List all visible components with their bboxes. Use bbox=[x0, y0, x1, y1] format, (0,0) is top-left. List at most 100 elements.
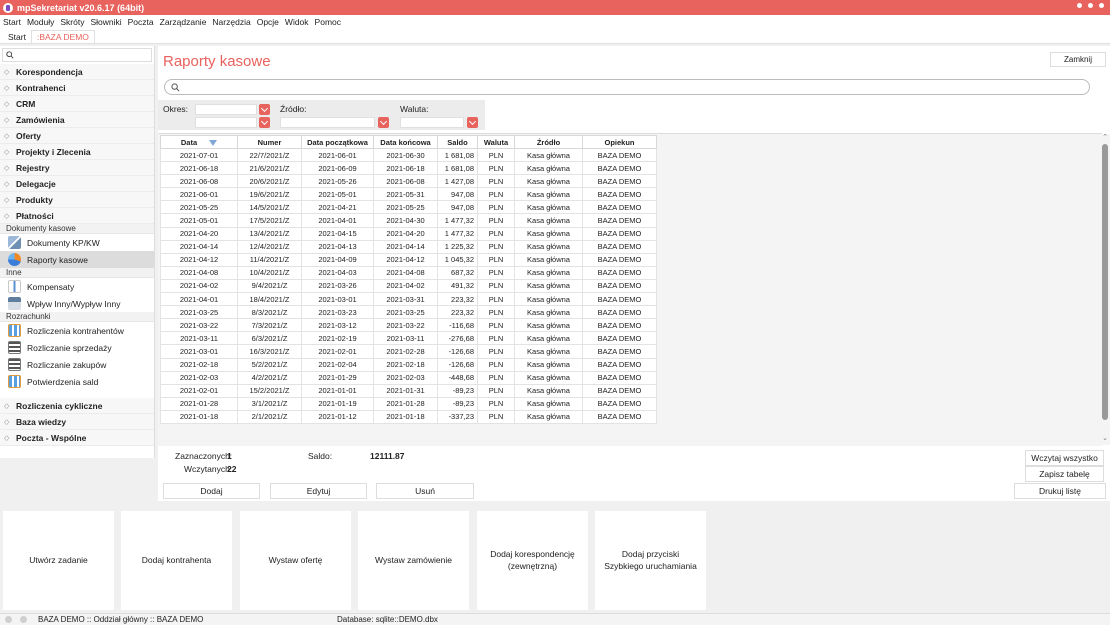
sidebar-item-rozliczenia-kontrahentow[interactable]: Rozliczenia kontrahentów bbox=[0, 322, 154, 339]
menu-moduly[interactable]: Moduły bbox=[27, 17, 54, 27]
table-row[interactable]: 2021-06-01 19/6/2021/Z 2021-05-01 2021-05-3… bbox=[160, 187, 657, 202]
menu-widok[interactable]: Widok bbox=[285, 17, 309, 27]
sidebar-item-rozliczanie-zakupow[interactable]: Rozliczanie zakupów bbox=[0, 356, 154, 373]
table-cell: Kasa główna bbox=[514, 213, 583, 228]
table-row[interactable]: 2021-05-25 14/5/2021/Z 2021-04-21 2021-05-2… bbox=[160, 200, 657, 215]
column-header-zrodlo[interactable]: Źródło bbox=[514, 135, 583, 149]
table-row[interactable]: 2021-03-11 6/3/2021/Z 2021-02-19 2021-03-11… bbox=[160, 331, 657, 346]
sidebar-section-projekty[interactable]: ◇ Projekty i Zlecenia bbox=[0, 144, 154, 160]
tile-add-correspondence[interactable]: Dodaj korespondencję (zewnętrzną) bbox=[477, 511, 588, 610]
zrodlo-select[interactable] bbox=[280, 117, 375, 128]
sidebar-section-delegacje[interactable]: ◇ Delegacje bbox=[0, 176, 154, 192]
column-header-data[interactable]: Data bbox=[160, 135, 238, 149]
table-row[interactable]: 2021-04-01 18/4/2021/Z 2021-03-01 2021-03-3… bbox=[160, 292, 657, 307]
chevron-icon: ◇ bbox=[4, 434, 10, 442]
table-cell: -448,68 bbox=[437, 370, 478, 385]
sidebar-section-crm[interactable]: ◇ CRM bbox=[0, 96, 154, 112]
sidebar-section-poczta-wspolne[interactable]: ◇ Poczta - Wspólne bbox=[0, 430, 154, 446]
table-row[interactable]: 2021-04-20 13/4/2021/Z 2021-04-15 2021-04-2… bbox=[160, 226, 657, 241]
sort-desc-icon[interactable] bbox=[209, 139, 218, 146]
window-dot-icon[interactable] bbox=[1077, 3, 1082, 8]
window-dot-icon[interactable] bbox=[1099, 3, 1104, 8]
column-header-opiekun[interactable]: Opiekun bbox=[582, 135, 657, 149]
sidebar-section-rejestry[interactable]: ◇ Rejestry bbox=[0, 160, 154, 176]
sidebar-item-rozliczanie-sprzedazy[interactable]: Rozliczanie sprzedaży bbox=[0, 339, 154, 356]
menu-slowniki[interactable]: Słowniki bbox=[90, 17, 121, 27]
waluta-select[interactable] bbox=[400, 117, 464, 128]
tile-add-quick-buttons[interactable]: Dodaj przyciski Szybkiego uruchamiania bbox=[595, 511, 706, 610]
column-header-data-poczatkowa[interactable]: Data początkowa bbox=[301, 135, 374, 149]
table-row[interactable]: 2021-04-02 9/4/2021/Z 2021-03-26 2021-04-02… bbox=[160, 278, 657, 294]
column-header-saldo[interactable]: Saldo bbox=[437, 135, 478, 149]
chevron-down-icon[interactable] bbox=[259, 117, 270, 128]
sidebar-item-dokumenty-kpkw[interactable]: Dokumenty KP/KW bbox=[0, 234, 154, 251]
tile-add-contractor[interactable]: Dodaj kontrahenta bbox=[121, 511, 232, 610]
menu-pomoc[interactable]: Pomoc bbox=[315, 17, 341, 27]
column-header-waluta[interactable]: Waluta bbox=[477, 135, 515, 149]
menu-opcje[interactable]: Opcje bbox=[257, 17, 279, 27]
report-grid-area: Data Numer Data początkowa Data końcowa … bbox=[158, 133, 1110, 446]
menu-narzedzia[interactable]: Narzędzia bbox=[212, 17, 250, 27]
menu-zarzadzanie[interactable]: Zarządzanie bbox=[160, 17, 207, 27]
load-all-button[interactable]: Wczytaj wszystko bbox=[1025, 450, 1104, 466]
menu-skroty[interactable]: Skróty bbox=[60, 17, 84, 27]
window-dot-icon[interactable] bbox=[1088, 3, 1093, 8]
table-row[interactable]: 2021-06-18 21/6/2021/Z 2021-06-09 2021-06-1… bbox=[160, 161, 657, 176]
table-row[interactable]: 2021-02-03 4/2/2021/Z 2021-01-29 2021-02-03… bbox=[160, 370, 657, 385]
chevron-down-icon[interactable] bbox=[378, 117, 389, 128]
table-row[interactable]: 2021-03-01 16/3/2021/Z 2021-02-01 2021-02-2… bbox=[160, 344, 657, 359]
table-row[interactable]: 2021-03-25 8/3/2021/Z 2021-03-23 2021-03-25… bbox=[160, 305, 657, 320]
okres-to-select[interactable] bbox=[195, 117, 257, 128]
sidebar-section-rozliczenia-cykliczne[interactable]: ◇ Rozliczenia cykliczne bbox=[0, 398, 154, 414]
table-row[interactable]: 2021-06-08 20/6/2021/Z 2021-05-26 2021-06-0… bbox=[160, 174, 657, 189]
table-cell: 2021-03-11 bbox=[373, 331, 438, 346]
save-table-button[interactable]: Zapisz tabelę bbox=[1025, 466, 1104, 482]
tab-start[interactable]: Start bbox=[3, 30, 31, 43]
sidebar-section-baza-wiedzy[interactable]: ◇ Baza wiedzy bbox=[0, 414, 154, 430]
table-row[interactable]: 2021-05-01 17/5/2021/Z 2021-04-01 2021-04-3… bbox=[160, 213, 657, 228]
sidebar-section-kontrahenci[interactable]: ◇ Kontrahenci bbox=[0, 80, 154, 96]
table-row[interactable]: 2021-02-18 5/2/2021/Z 2021-02-04 2021-02-18… bbox=[160, 357, 657, 372]
sidebar-section-oferty[interactable]: ◇ Oferty bbox=[0, 128, 154, 144]
sidebar-item-raporty-kasowe[interactable]: Raporty kasowe bbox=[0, 251, 154, 268]
edit-button[interactable]: Edytuj bbox=[270, 483, 367, 499]
tab-baza-demo[interactable]: :BAZA DEMO bbox=[30, 30, 95, 43]
table-cell: PLN bbox=[477, 318, 515, 333]
table-row[interactable]: 2021-02-01 15/2/2021/Z 2021-01-01 2021-01-3… bbox=[160, 383, 657, 398]
sidebar-item-potwierdzenia-sald[interactable]: Potwierdzenia sald bbox=[0, 373, 154, 390]
sidebar-item-kompensaty[interactable]: Kompensaty bbox=[0, 278, 154, 295]
table-row[interactable]: 2021-04-14 12/4/2021/Z 2021-04-13 2021-04-1… bbox=[160, 239, 657, 254]
table-row[interactable]: 2021-01-18 2/1/2021/Z 2021-01-12 2021-01-18… bbox=[160, 409, 657, 424]
sidebar-section-zamowienia[interactable]: ◇ Zamówienia bbox=[0, 112, 154, 128]
sidebar-section-platnosci[interactable]: ◇ Płatności bbox=[0, 208, 154, 224]
window-controls[interactable] bbox=[1077, 3, 1104, 8]
search-input[interactable] bbox=[164, 79, 1090, 95]
table-row[interactable]: 2021-01-28 3/1/2021/Z 2021-01-19 2021-01-28… bbox=[160, 396, 657, 411]
column-header-data-koncowa[interactable]: Data końcowa bbox=[373, 135, 438, 149]
table-row[interactable]: 2021-07-01 22/7/2021/Z 2021-06-01 2021-06-3… bbox=[160, 147, 657, 163]
close-button[interactable]: Zamknij bbox=[1050, 52, 1106, 67]
print-list-button[interactable]: Drukuj listę bbox=[1014, 483, 1106, 499]
column-header-numer[interactable]: Numer bbox=[237, 135, 302, 149]
tile-create-task[interactable]: Utwórz zadanie bbox=[3, 511, 114, 610]
table-row[interactable]: 2021-04-12 11/4/2021/Z 2021-04-09 2021-04-1… bbox=[160, 252, 657, 267]
okres-from-select[interactable] bbox=[195, 104, 257, 115]
tile-issue-offer[interactable]: Wystaw ofertę bbox=[240, 511, 351, 610]
vertical-scrollbar[interactable]: ⌃ ⌄ bbox=[1100, 134, 1110, 445]
scrollbar-thumb[interactable] bbox=[1102, 144, 1108, 420]
table-row[interactable]: 2021-03-22 7/3/2021/Z 2021-03-12 2021-03-22… bbox=[160, 318, 657, 333]
tile-issue-order[interactable]: Wystaw zamówienie bbox=[358, 511, 469, 610]
sidebar-item-wplyw-inny[interactable]: Wpływ Inny/Wypływ Inny bbox=[0, 295, 154, 312]
add-button[interactable]: Dodaj bbox=[163, 483, 260, 499]
sidebar-section-korespondencja[interactable]: ◇ Korespondencja bbox=[0, 64, 154, 80]
delete-button[interactable]: Usuń bbox=[376, 483, 474, 499]
scroll-up-icon[interactable]: ⌃ bbox=[1101, 134, 1109, 142]
menu-start[interactable]: Start bbox=[3, 17, 21, 27]
chevron-down-icon[interactable] bbox=[467, 117, 478, 128]
sidebar-search-input[interactable] bbox=[2, 48, 152, 62]
chevron-down-icon[interactable] bbox=[259, 104, 270, 115]
scroll-down-icon[interactable]: ⌄ bbox=[1101, 435, 1109, 443]
table-row[interactable]: 2021-04-08 10/4/2021/Z 2021-04-03 2021-04-0… bbox=[160, 265, 657, 280]
menu-poczta[interactable]: Poczta bbox=[128, 17, 154, 27]
sidebar-section-produkty[interactable]: ◇ Produkty bbox=[0, 192, 154, 208]
